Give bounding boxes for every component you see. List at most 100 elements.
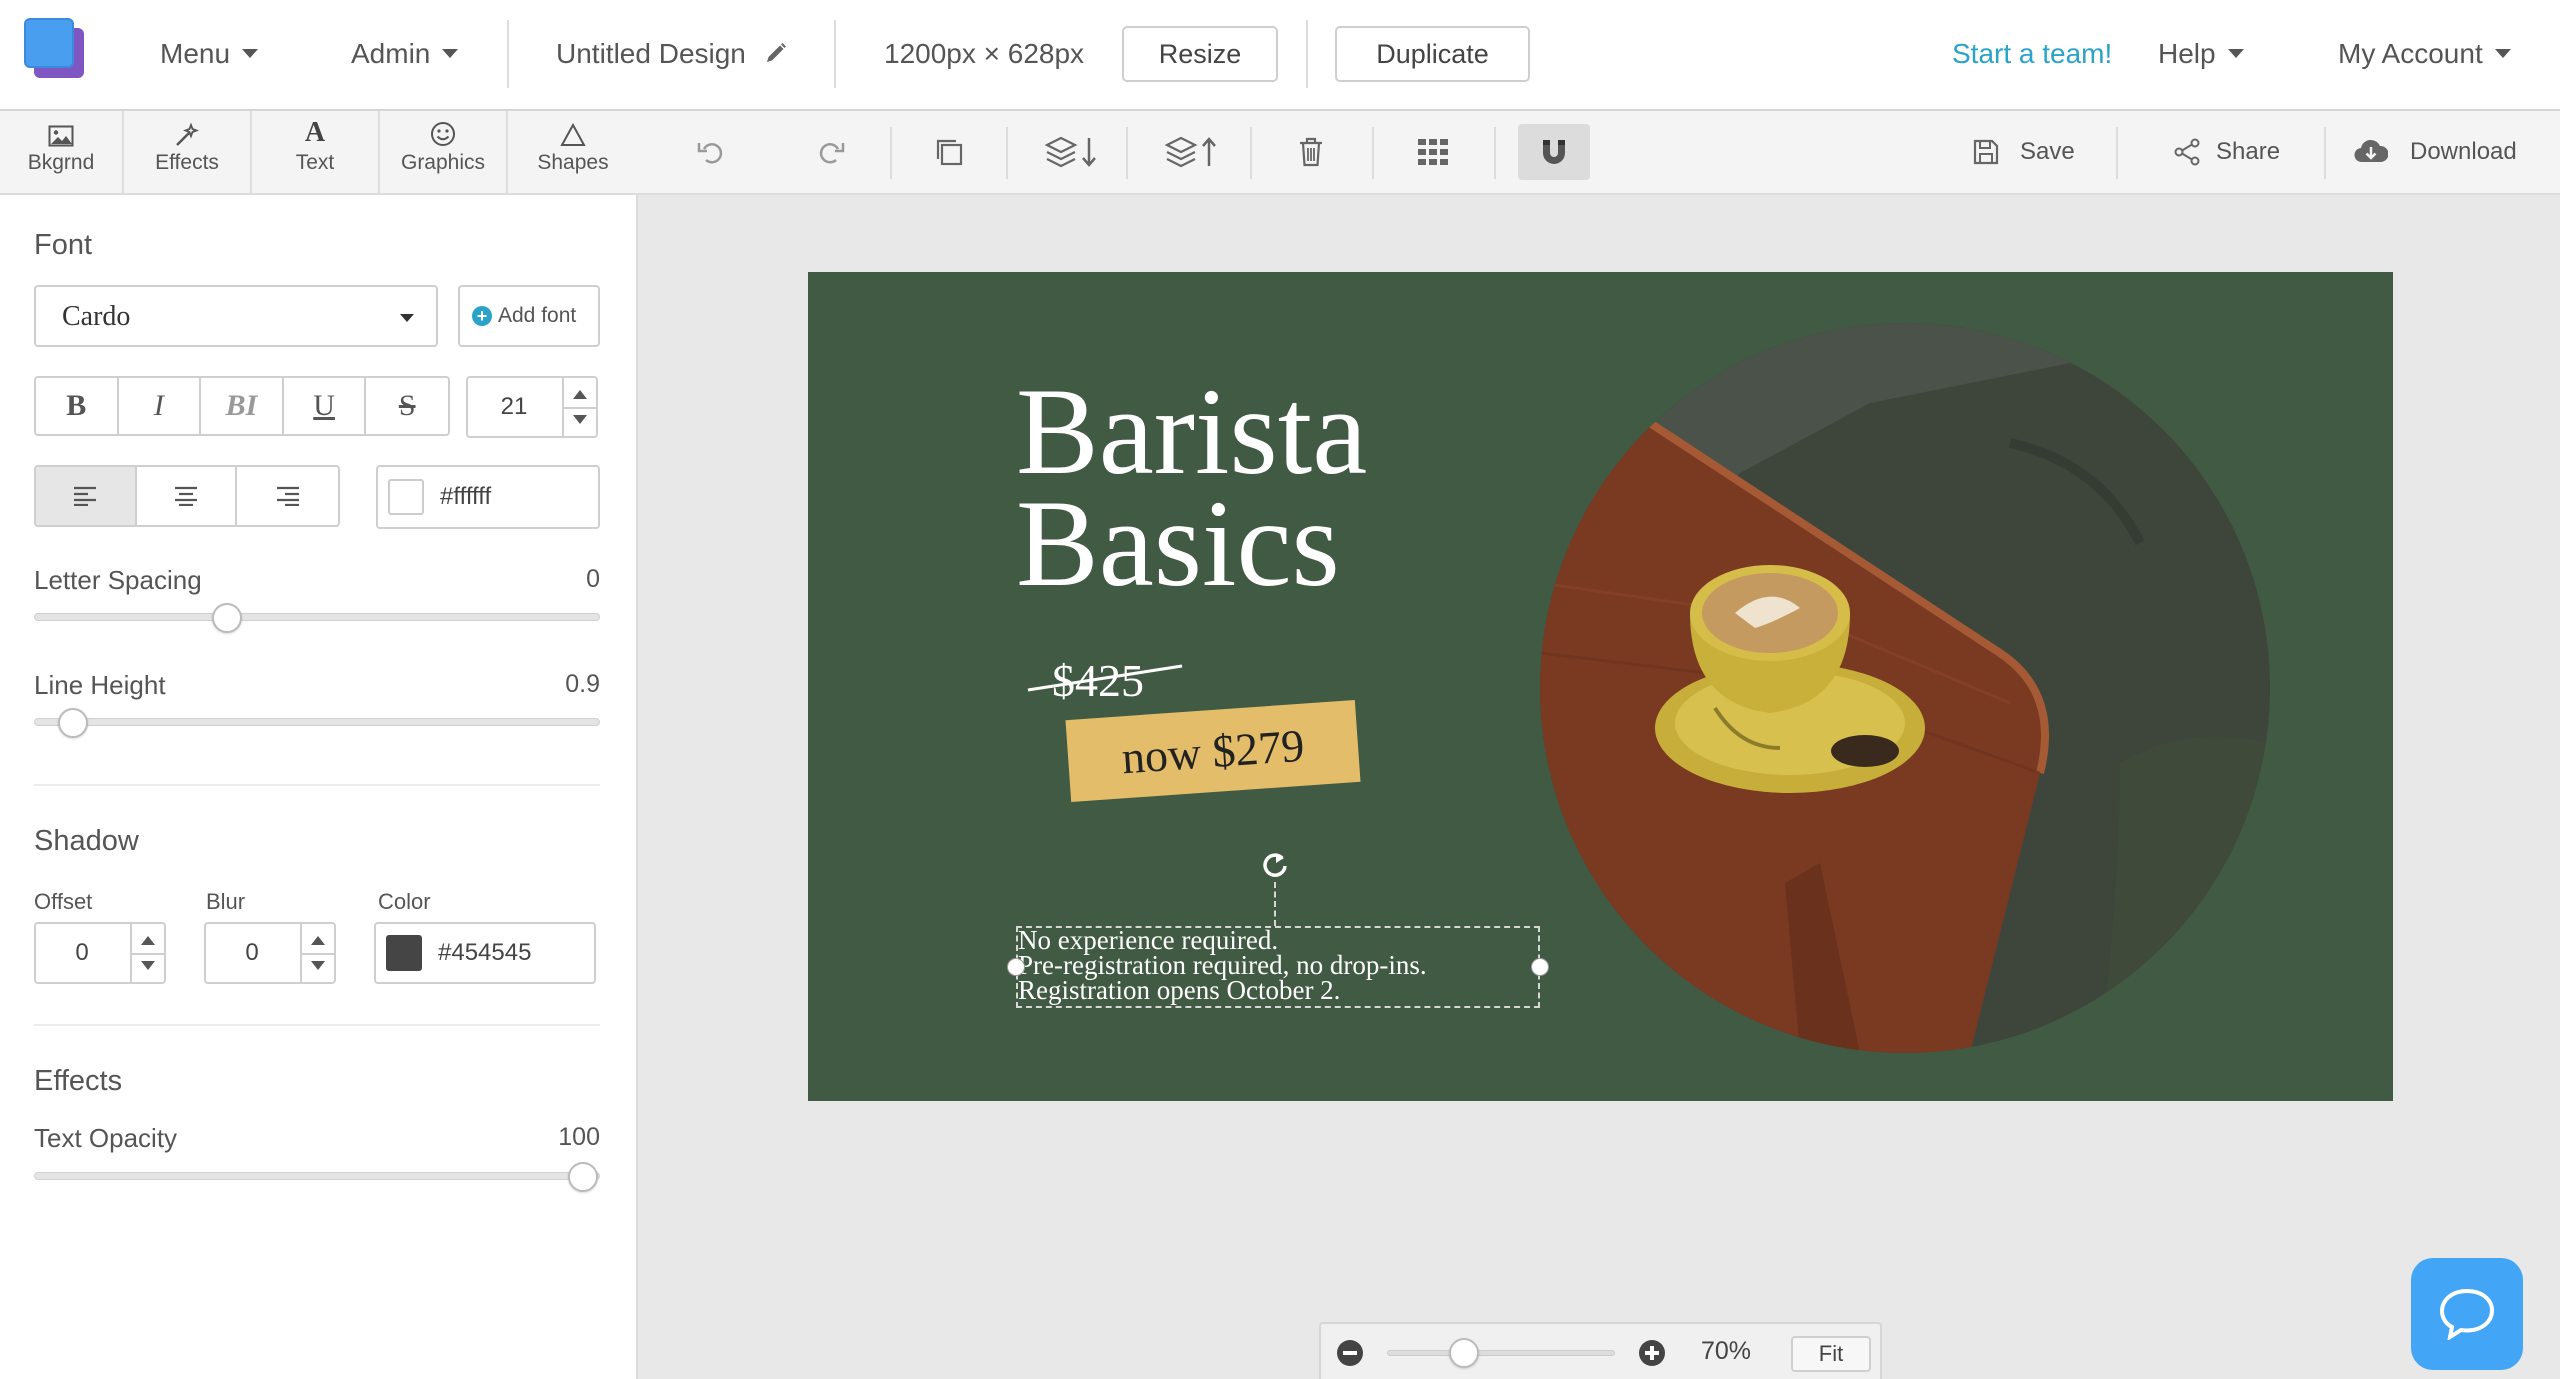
- resize-handle-left[interactable]: [1007, 958, 1025, 976]
- app-logo[interactable]: [24, 18, 86, 80]
- add-font-button[interactable]: + Add font: [458, 285, 600, 347]
- tab-graphics[interactable]: Graphics: [380, 111, 508, 193]
- divider: [1494, 127, 1496, 179]
- align-right-icon: [276, 486, 299, 506]
- tab-label: Bkgrnd: [27, 151, 95, 174]
- copy-icon[interactable]: [926, 129, 972, 175]
- send-backward-icon[interactable]: [1042, 129, 1102, 175]
- undo-icon[interactable]: [688, 129, 734, 175]
- align-left-button[interactable]: [36, 467, 137, 525]
- line-height-value: 0.9: [565, 670, 600, 698]
- line-height-label: Line Height: [34, 670, 166, 700]
- magnet-snap-icon[interactable]: [1518, 124, 1590, 180]
- strikethrough-line: [1027, 664, 1183, 692]
- admin-dropdown[interactable]: Admin: [351, 0, 459, 108]
- redo-icon[interactable]: [808, 129, 854, 175]
- tab-text[interactable]: A Text: [252, 111, 380, 193]
- effects-section-title: Effects: [34, 1065, 123, 1097]
- resize-button[interactable]: Resize: [1122, 26, 1278, 82]
- text-opacity-label: Text Opacity: [34, 1123, 178, 1153]
- download-label: Download: [2410, 138, 2517, 165]
- zoom-bar: 70% Fit: [1319, 1322, 1882, 1379]
- tab-label: Effects: [155, 151, 219, 174]
- shadow-blur-label: Blur: [206, 889, 246, 914]
- text-opacity-value: 100: [558, 1123, 600, 1151]
- stepper-arrows[interactable]: [300, 924, 334, 982]
- design-title[interactable]: Untitled Design: [556, 0, 788, 108]
- help-dropdown[interactable]: Help: [2158, 0, 2244, 108]
- zoom-in-icon[interactable]: [1639, 1340, 1665, 1366]
- divider: [890, 127, 892, 179]
- save-icon: [1972, 138, 2000, 166]
- font-select-value: Cardo: [62, 301, 131, 332]
- price-tag[interactable]: now $279: [1065, 699, 1361, 803]
- shadow-offset-label: Offset: [34, 889, 93, 914]
- bold-button[interactable]: B: [36, 378, 119, 434]
- share-label: Share: [2216, 138, 2281, 165]
- divider: [834, 20, 836, 88]
- line-height-slider[interactable]: [34, 718, 600, 726]
- plus-circle-icon: +: [472, 306, 492, 326]
- share-button[interactable]: Share: [2172, 111, 2280, 193]
- italic-button[interactable]: I: [119, 378, 202, 434]
- shadow-color-field[interactable]: #454545: [374, 922, 596, 984]
- start-team-link[interactable]: Start a team!: [1952, 0, 2112, 108]
- bring-forward-icon[interactable]: [1162, 129, 1222, 175]
- shadow-blur-stepper[interactable]: 0: [204, 922, 336, 984]
- fit-button[interactable]: Fit: [1791, 1336, 1871, 1372]
- line-height-knob[interactable]: [58, 708, 88, 738]
- canvas-dimensions: 1200px × 628px: [884, 38, 1085, 69]
- trash-icon[interactable]: [1288, 129, 1334, 175]
- account-dropdown[interactable]: My Account: [2338, 0, 2511, 108]
- rotate-handle-icon[interactable]: [1260, 850, 1290, 880]
- font-size-stepper[interactable]: 21: [466, 376, 598, 438]
- align-center-icon: [175, 486, 197, 506]
- stepper-arrows[interactable]: [562, 378, 596, 436]
- text-opacity-slider[interactable]: [34, 1172, 600, 1180]
- download-button[interactable]: Download: [2354, 111, 2517, 193]
- duplicate-button[interactable]: Duplicate: [1335, 26, 1530, 82]
- design-title-line-2[interactable]: Basics: [1016, 482, 1340, 606]
- underline-button[interactable]: U: [284, 378, 367, 434]
- text-color-field[interactable]: #ffffff: [376, 465, 600, 529]
- pencil-icon[interactable]: [764, 41, 788, 65]
- tab-label: Shapes: [537, 151, 609, 174]
- strikethrough-button[interactable]: S: [366, 378, 448, 434]
- font-select[interactable]: Cardo: [34, 285, 438, 347]
- color-swatch[interactable]: [386, 935, 422, 971]
- selected-text-block[interactable]: No experience required. Pre-registration…: [1016, 926, 1540, 1008]
- share-icon: [2172, 137, 2202, 167]
- menu-label: Menu: [160, 38, 231, 69]
- text-align-buttons: [34, 465, 340, 527]
- text-opacity-knob[interactable]: [568, 1162, 598, 1192]
- chat-support-button[interactable]: [2411, 1258, 2523, 1370]
- menu-dropdown[interactable]: Menu: [160, 0, 259, 108]
- letter-spacing-slider[interactable]: [34, 613, 600, 621]
- coffee-photo[interactable]: [1540, 323, 2270, 1053]
- text-style-buttons: B I BI U S: [34, 376, 450, 436]
- tab-effects[interactable]: Effects: [124, 111, 252, 193]
- edit-toolbar: Save Share Download: [638, 111, 2560, 195]
- zoom-slider[interactable]: [1387, 1350, 1615, 1356]
- save-label: Save: [2020, 138, 2075, 165]
- stepper-arrows[interactable]: [130, 924, 164, 982]
- save-button[interactable]: Save: [1972, 111, 2075, 193]
- shadow-offset-stepper[interactable]: 0: [34, 922, 166, 984]
- design-canvas[interactable]: Barista Basics $425 now $279 N: [808, 272, 2393, 1101]
- zoom-out-icon[interactable]: [1337, 1340, 1363, 1366]
- chevron-down-icon: [2227, 49, 2244, 59]
- chevron-down-icon: [2494, 49, 2511, 59]
- tab-background[interactable]: Bkgrnd: [0, 111, 124, 193]
- tab-shapes[interactable]: Shapes: [508, 111, 638, 193]
- grid-icon[interactable]: [1410, 129, 1456, 175]
- zoom-slider-knob[interactable]: [1449, 1338, 1479, 1368]
- align-center-button[interactable]: [137, 467, 238, 525]
- letter-spacing-knob[interactable]: [212, 603, 242, 633]
- bold-italic-button[interactable]: BI: [201, 378, 284, 434]
- resize-handle-right[interactable]: [1531, 958, 1549, 976]
- cloud-download-icon: [2354, 138, 2388, 166]
- align-right-button[interactable]: [237, 467, 338, 525]
- chevron-down-icon: [400, 314, 414, 322]
- chevron-down-icon: [242, 49, 259, 59]
- color-swatch[interactable]: [388, 479, 424, 515]
